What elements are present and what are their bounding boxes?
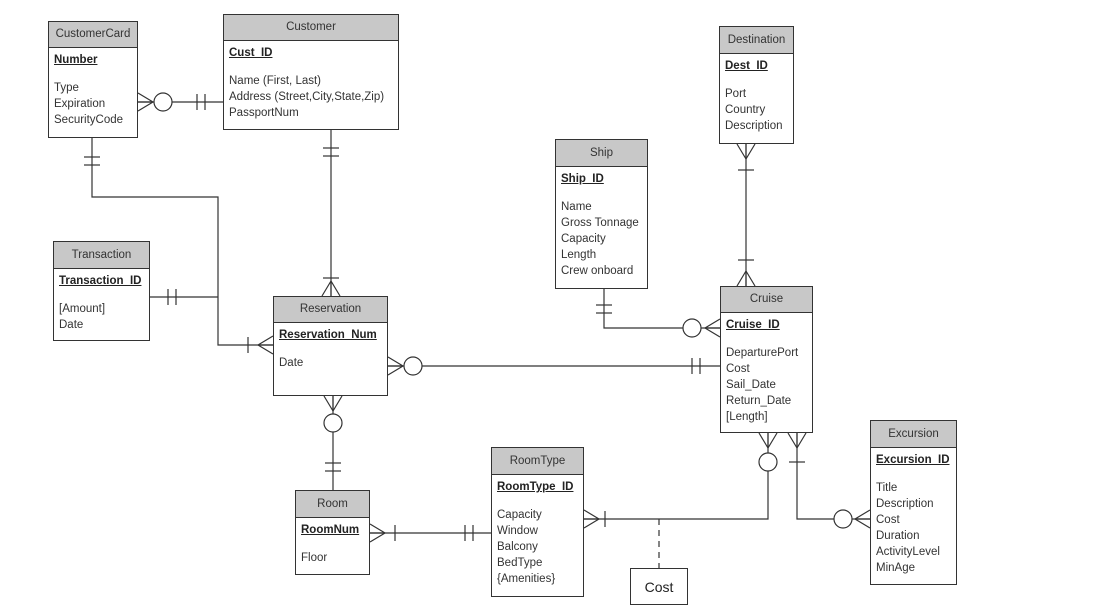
entity-title: Room xyxy=(296,491,369,518)
entity-roomtype: RoomType RoomType_ID Capacity Window Balcony… xyxy=(491,447,584,597)
attribute: Expiration xyxy=(54,98,106,110)
attribute-list: Title Description Cost Duration ActivityLeve… xyxy=(871,466,956,576)
primary-key: Dest_ID xyxy=(725,60,768,72)
attribute: Window xyxy=(497,525,538,537)
primary-key: RoomNum xyxy=(301,524,360,536)
optional-circle-marker xyxy=(682,318,702,338)
primary-key: Ship_ID xyxy=(561,173,604,185)
attribute-list: Floor xyxy=(296,536,369,566)
entity-title: Cruise xyxy=(721,287,812,313)
primary-key: RoomType_ID xyxy=(497,481,574,493)
attribute: BedType xyxy=(497,557,543,569)
attribute: Floor xyxy=(301,552,328,564)
primary-key: Excursion_ID xyxy=(876,454,950,466)
attribute: Description xyxy=(876,498,934,510)
attribute: Length xyxy=(561,249,597,261)
entity-title: Reservation xyxy=(274,297,387,323)
crows-foot-marker xyxy=(137,92,155,112)
attribute: Cost xyxy=(726,363,750,375)
entity-cruise: Cruise Cruise_ID DeparturePort Cost Sail_Dat… xyxy=(720,286,813,433)
entity-room: Room RoomNum Floor xyxy=(295,490,370,575)
attribute: Sail_Date xyxy=(726,379,776,391)
optional-circle-marker xyxy=(323,413,343,433)
attribute-list: Name Gross Tonnage Capacity Length Crew onbo… xyxy=(556,185,647,279)
attribute: Address (Street,City,State,Zip) xyxy=(229,91,385,103)
crows-foot-marker xyxy=(583,509,601,529)
attribute: Name xyxy=(561,201,592,213)
optional-circle-marker xyxy=(758,452,778,472)
entity-transaction: Transaction Transaction_ID [Amount] Date xyxy=(53,241,150,341)
crows-foot-marker xyxy=(323,395,343,413)
attribute-list: Port Country Description xyxy=(720,72,793,134)
attribute: [Length] xyxy=(726,411,768,423)
primary-key: Number xyxy=(54,54,98,66)
relationship-attribute-cost: Cost xyxy=(630,568,688,605)
entity-title: Excursion xyxy=(871,421,956,448)
crows-foot-marker xyxy=(853,509,871,529)
relationship-line xyxy=(603,289,720,329)
attribute: ActivityLevel xyxy=(876,546,940,558)
attribute: Port xyxy=(725,88,747,100)
crows-foot-marker xyxy=(758,432,778,450)
attribute-list: DeparturePort Cost Sail_Date Return_Date [Le… xyxy=(721,331,812,425)
attribute: Type xyxy=(54,82,79,94)
attribute: MinAge xyxy=(876,562,915,574)
attribute-list: Type Expiration SecurityCode xyxy=(49,66,137,128)
attribute: Return_Date xyxy=(726,395,792,407)
attribute: PassportNum xyxy=(229,107,299,119)
crows-foot-marker xyxy=(787,432,807,450)
er-diagram: Cost CustomerCard Number Type Expiration Sec… xyxy=(0,0,1119,615)
entity-excursion: Excursion Excursion_ID Title Description Cos… xyxy=(870,420,957,585)
primary-key: Cruise_ID xyxy=(726,319,780,331)
crows-foot-marker xyxy=(736,269,756,287)
attribute: Duration xyxy=(876,530,920,542)
optional-circle-marker xyxy=(833,509,853,529)
attribute-list: Name (First, Last) Address (Street,City,S… xyxy=(224,59,398,121)
attribute: Capacity xyxy=(497,509,542,521)
attribute: Cost xyxy=(876,514,900,526)
entity-title: Transaction xyxy=(54,242,149,269)
entity-ship: Ship Ship_ID Name Gross Tonnage Capacity Leng… xyxy=(555,139,648,289)
attribute: Date xyxy=(59,319,84,331)
entity-reservation: Reservation Reservation_Num Date xyxy=(273,296,388,396)
attribute: Crew onboard xyxy=(561,265,634,277)
attribute-list: Date xyxy=(274,341,387,371)
attribute: [Amount] xyxy=(59,303,106,315)
attribute: {Amenities} xyxy=(497,573,556,585)
primary-key: Cust_ID xyxy=(229,47,273,59)
relationship-line xyxy=(584,433,769,520)
attribute-list: Capacity Window Balcony BedType {Amenities} xyxy=(492,493,583,587)
attribute: Date xyxy=(279,357,304,369)
attribute: SecurityCode xyxy=(54,114,124,126)
attribute: Country xyxy=(725,104,766,116)
primary-key: Transaction_ID xyxy=(59,275,142,287)
relationship-line xyxy=(796,433,870,520)
entity-title: Ship xyxy=(556,140,647,167)
attribute: DeparturePort xyxy=(726,347,799,359)
crows-foot-marker xyxy=(369,523,387,543)
optional-circle-marker xyxy=(153,92,173,112)
crows-foot-marker xyxy=(321,279,341,297)
optional-circle-marker xyxy=(403,356,423,376)
crows-foot-marker xyxy=(736,143,756,161)
attribute: Gross Tonnage xyxy=(561,217,639,229)
crows-foot-marker xyxy=(256,335,274,355)
attribute: Description xyxy=(725,120,783,132)
crows-foot-marker xyxy=(387,356,405,376)
entity-title: CustomerCard xyxy=(49,22,137,48)
attribute: Capacity xyxy=(561,233,606,245)
entity-customer: Customer Cust_ID Name (First, Last) Address… xyxy=(223,14,399,130)
entity-title: RoomType xyxy=(492,448,583,475)
entity-customercard: CustomerCard Number Type Expiration Security… xyxy=(48,21,138,138)
attribute-list: [Amount] Date xyxy=(54,287,149,333)
entity-title: Destination xyxy=(720,27,793,54)
crows-foot-marker xyxy=(703,318,721,338)
attribute: Balcony xyxy=(497,541,538,553)
attribute: Title xyxy=(876,482,898,494)
attribute: Name (First, Last) xyxy=(229,75,322,87)
entity-destination: Destination Dest_ID Port Country Description xyxy=(719,26,794,144)
primary-key: Reservation_Num xyxy=(279,329,377,341)
entity-title: Customer xyxy=(224,15,398,41)
